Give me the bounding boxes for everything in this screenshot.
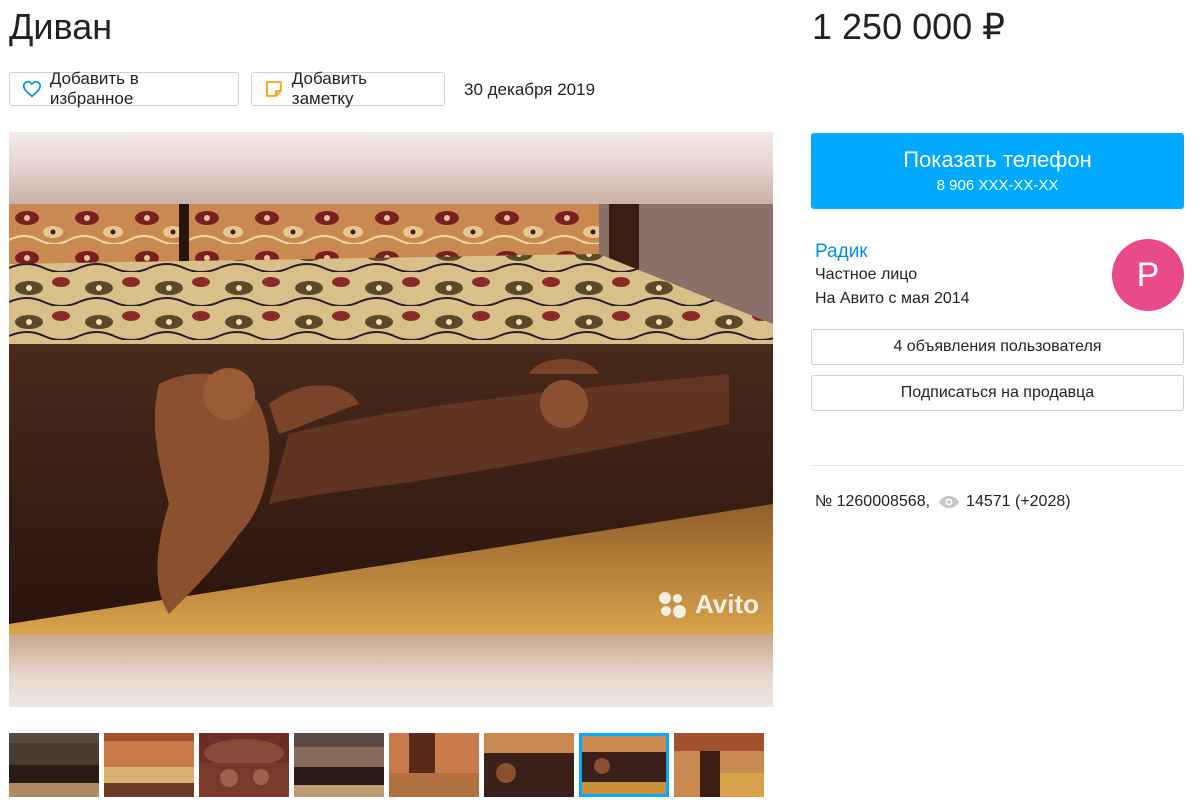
thumbnail-3[interactable] xyxy=(199,733,289,797)
avito-watermark: Avito xyxy=(658,589,759,620)
listing-meta: № 1260008568, 14571 (+2028) xyxy=(815,493,1071,511)
seller-name-link[interactable]: Радик xyxy=(815,241,868,263)
thumbnail-2[interactable] xyxy=(104,733,194,797)
sofa-photo-image xyxy=(9,204,773,634)
seller-avatar[interactable]: Р xyxy=(1112,239,1184,311)
subscribe-seller-button[interactable]: Подписаться на продавца xyxy=(811,375,1184,411)
add-note-label: Добавить заметку xyxy=(291,69,367,108)
eye-icon xyxy=(939,496,960,508)
thumbnail-strip xyxy=(9,733,764,797)
thumbnail-5[interactable] xyxy=(389,733,479,797)
heart-icon xyxy=(22,80,41,98)
listing-price: 1 250 000 ₽ xyxy=(812,6,1006,47)
thumbnail-8[interactable] xyxy=(674,733,764,797)
add-to-favorites-label: Добавить в избранное xyxy=(49,69,139,108)
listing-date: 30 декабря 2019 xyxy=(464,80,596,99)
seller-since: На Авито с мая 2014 xyxy=(815,290,970,307)
thumbnail-6[interactable] xyxy=(484,733,574,797)
thumbnail-1[interactable] xyxy=(9,733,99,797)
sidebar-divider xyxy=(811,465,1184,466)
photo-blur-top xyxy=(9,132,773,204)
note-icon xyxy=(265,81,282,97)
item-number: № 1260008568, xyxy=(815,493,931,510)
main-photo[interactable]: Avito xyxy=(9,204,773,634)
avito-watermark-text: Avito xyxy=(694,589,759,619)
listing-title: Диван xyxy=(9,6,113,47)
avito-logo-icon xyxy=(658,591,689,618)
thumbnail-4[interactable] xyxy=(294,733,384,797)
seller-listings-button[interactable]: 4 объявления пользователя xyxy=(811,329,1184,365)
seller-type: Частное лицо xyxy=(815,266,918,283)
show-phone-label: Показать телефон xyxy=(903,147,1092,172)
add-note-button[interactable]: Добавить заметку xyxy=(251,69,445,108)
photo-blur-bottom xyxy=(9,634,773,707)
view-count: 14571 (+2028) xyxy=(966,493,1071,510)
show-phone-button[interactable]: Показать телефон 8 906 XXX-XX-XX xyxy=(811,133,1184,209)
thumbnail-7[interactable] xyxy=(579,733,669,797)
add-to-favorites-button[interactable]: Добавить в избранное xyxy=(9,69,239,108)
photo-gallery[interactable]: Avito xyxy=(9,132,773,707)
masked-phone-number: 8 906 XXX-XX-XX xyxy=(936,177,1059,194)
